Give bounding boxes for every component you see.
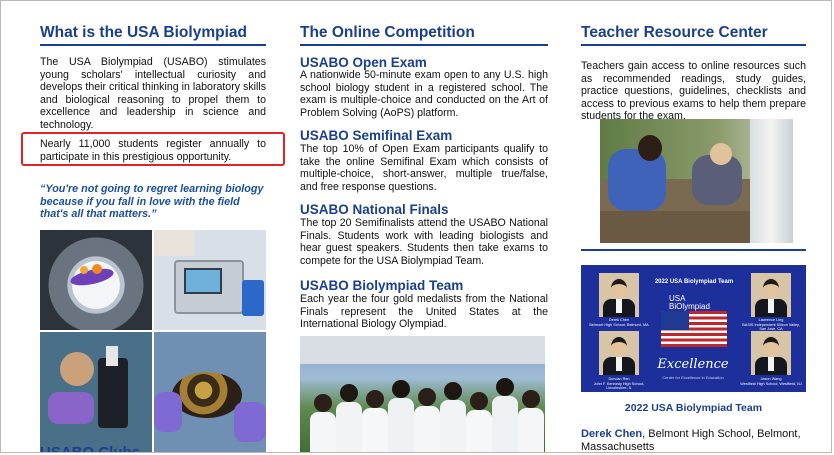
heading-biolympiad-team: USABO Biolympiad Team [300, 278, 464, 293]
member-4-caption: Jason Wang Westfield High School, Westfie… [740, 377, 802, 386]
heading-national-finals: USABO National Finals [300, 202, 449, 217]
member-1-caption: Derek Chen Belmont High School, Belmont, … [589, 318, 649, 327]
team-photo-caption: 2022 USA Biolympiad Team [624, 402, 763, 414]
heading-usabo-clubs: USABO Clubs [40, 444, 141, 453]
heading-teacher-resource-center: Teacher Resource Center [581, 24, 806, 46]
semifinal-exam-text: The top 10% of Open Exam participants qu… [300, 143, 548, 193]
member-3-caption: Duncan Ren John F. Kennedy High School, L… [593, 377, 645, 390]
group-lab-coats-photo [300, 336, 545, 452]
team-member-entry: Derek Chen, Belmont High School, Belmont… [581, 428, 806, 452]
heading-online-competition: The Online Competition [300, 24, 548, 46]
logo-line-biolympiad: BiOlympiad [669, 302, 710, 311]
photo-collage [40, 230, 266, 452]
team-announcement-card: 2022 USA Biolympiad Team USA BiOlympiad … [581, 265, 806, 392]
card-title: 2022 USA Biolympiad Team [654, 279, 734, 285]
biolympiad-logo: USA BiOlympiad [669, 295, 710, 311]
heading-semifinal-exam: USABO Semifinal Exam [300, 128, 453, 143]
student-quote: “You're not going to regret learning bio… [40, 183, 264, 221]
member-2-caption: Lawrence Ling BASIS Independent Silicon V… [742, 318, 800, 331]
member-name: Derek Chen [581, 428, 643, 440]
sea-slug-photo [40, 230, 152, 330]
heading-open-exam: USABO Open Exam [300, 55, 427, 70]
brochure-page: What is the USA Biolympiad The USA Bioly… [0, 0, 832, 453]
portrait-member-1 [599, 273, 639, 317]
lab-equipment-photo [154, 230, 266, 330]
biolympiad-team-text: Each year the four gold medalists from t… [300, 293, 548, 331]
registration-statement: Nearly 11,000 students register annually… [40, 138, 266, 163]
intro-paragraph: The USA Biolympiad (USABO) stimulates yo… [40, 56, 266, 131]
us-flag-icon [661, 311, 727, 347]
portrait-member-4 [751, 331, 791, 375]
portrait-member-2 [751, 273, 791, 317]
section-divider [581, 249, 806, 251]
turtle-photo [154, 332, 266, 452]
microscope-photo [40, 332, 152, 452]
field-work-photo [600, 119, 793, 243]
open-exam-text: A nationwide 50-minute exam open to any … [300, 69, 548, 119]
heading-what-is-usabo: What is the USA Biolympiad [40, 24, 266, 46]
teacher-resources-text: Teachers gain access to online resources… [581, 60, 806, 123]
portrait-member-3 [599, 331, 639, 375]
national-finals-text: The top 20 Semifinalists attend the USAB… [300, 217, 548, 267]
excellence-wordmark: Excellence [657, 357, 729, 372]
cee-tagline: Center for Excellence in Education [662, 375, 724, 380]
